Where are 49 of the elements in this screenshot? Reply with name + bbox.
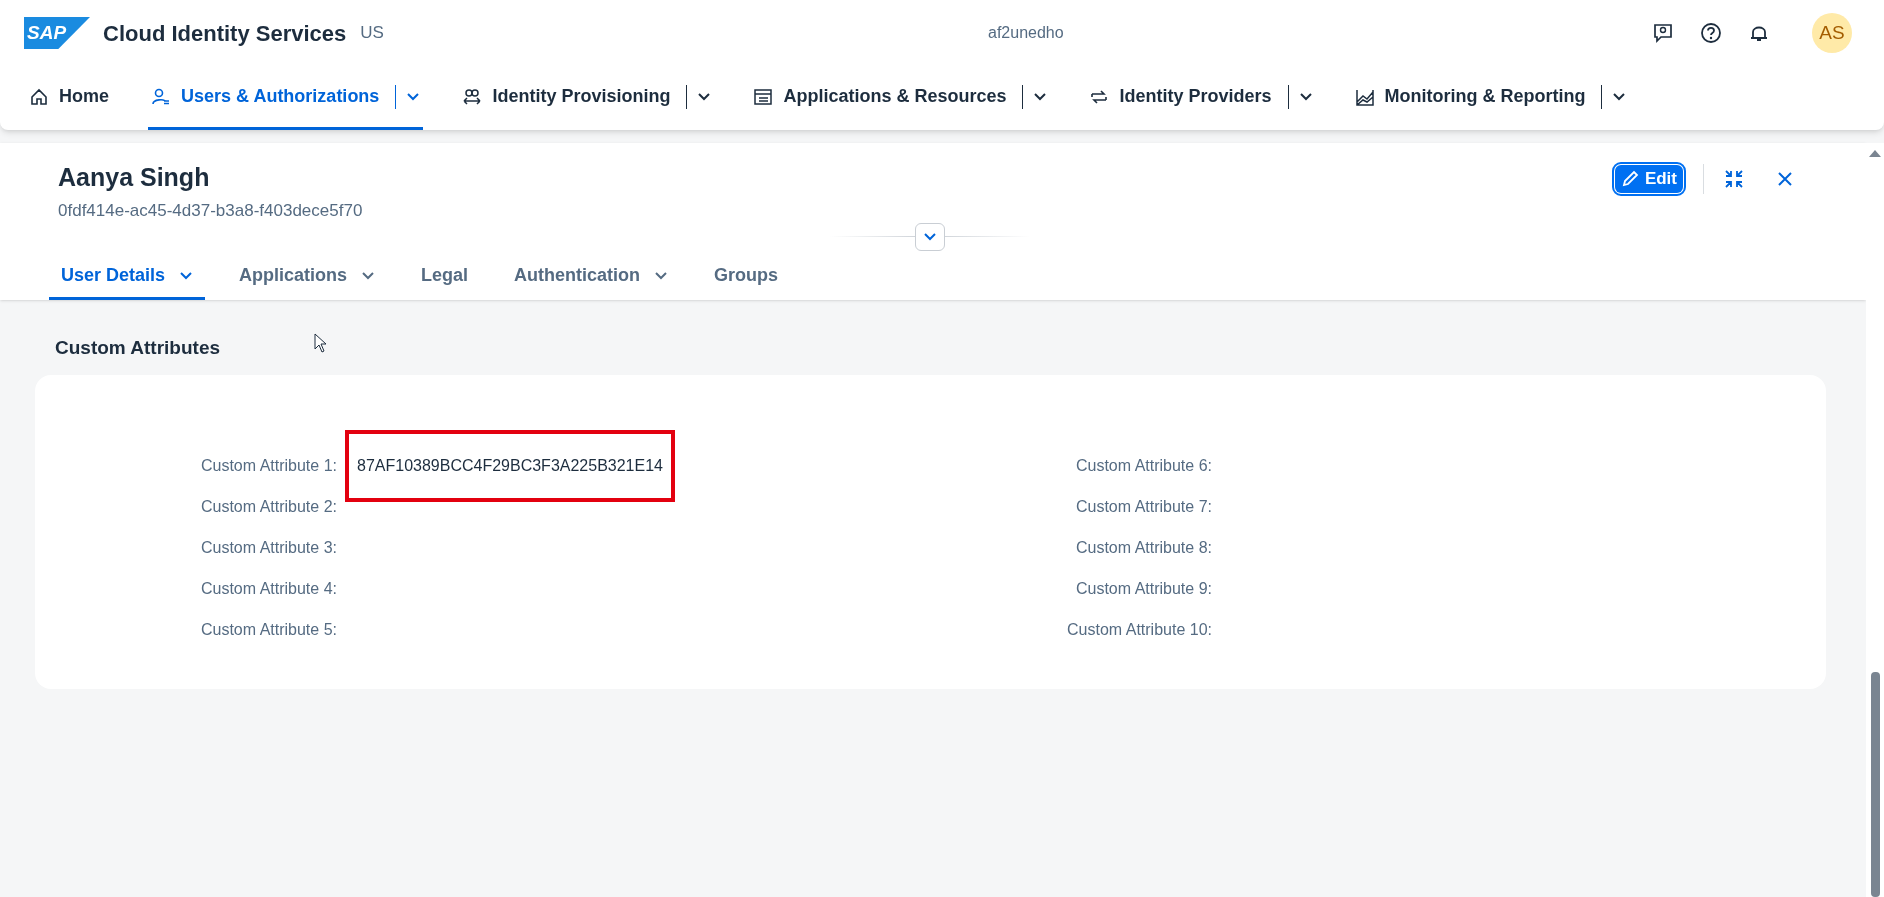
nav-tab[interactable]: Identity Provisioning xyxy=(459,66,715,130)
exit-fullscreen-icon[interactable] xyxy=(1724,169,1744,189)
region-label: US xyxy=(360,22,384,45)
cursor-icon xyxy=(314,333,328,353)
user-id: 0fdf414e-ac45-4d37-b3a8-f403dece5f70 xyxy=(58,200,363,222)
section-tab[interactable]: Applications xyxy=(227,254,388,300)
field-value: 87AF10389BCC4F29BC3F3A225B321E14 xyxy=(357,455,663,476)
scrollbar-thumb[interactable] xyxy=(1870,672,1880,897)
field-label: Custom Attribute 6: xyxy=(1074,455,1212,476)
section-title: Custom Attributes xyxy=(55,336,221,360)
section-tab[interactable]: User Details xyxy=(49,254,206,300)
close-icon[interactable] xyxy=(1776,170,1794,188)
pencil-icon xyxy=(1620,170,1639,188)
nav-tab[interactable]: Applications & Resources xyxy=(750,66,1051,130)
page-title: Aanya Singh xyxy=(58,162,210,193)
chevron-down-icon[interactable] xyxy=(1298,91,1313,102)
nav-tab[interactable]: Monitoring & Reporting xyxy=(1351,66,1630,130)
field-label: Custom Attribute 7: xyxy=(1074,496,1212,517)
field-label: Custom Attribute 2: xyxy=(199,496,337,517)
field-label: Custom Attribute 10: xyxy=(1066,619,1212,640)
field-label: Custom Attribute 9: xyxy=(1074,578,1212,599)
feedback-icon[interactable] xyxy=(1652,22,1674,44)
edit-button[interactable]: Edit xyxy=(1614,165,1683,193)
logo[interactable]: SAP xyxy=(24,17,90,49)
section-tab[interactable]: Groups xyxy=(702,254,791,300)
scrollbar[interactable] xyxy=(1866,143,1884,897)
tenant-name: af2unedho xyxy=(988,23,1064,43)
home-icon xyxy=(29,86,49,107)
nav-tab[interactable]: Home xyxy=(26,66,112,130)
nav-tab[interactable]: Users & Authorizations xyxy=(148,66,424,130)
apps-icon xyxy=(753,86,774,107)
field-label: Custom Attribute 8: xyxy=(1074,537,1212,558)
field-label: Custom Attribute 5: xyxy=(199,619,337,640)
chevron-down-icon[interactable] xyxy=(1033,91,1048,102)
field-label: Custom Attribute 4: xyxy=(199,578,337,599)
nav-tab[interactable]: Identity Providers xyxy=(1086,66,1316,130)
field-label: Custom Attribute 3: xyxy=(199,537,337,558)
chevron-down-icon[interactable] xyxy=(697,91,712,102)
section-tab[interactable]: Legal xyxy=(409,254,481,300)
field-label: Custom Attribute 1: xyxy=(199,455,337,476)
chevron-down-icon[interactable] xyxy=(1612,91,1627,102)
avatar[interactable]: AS xyxy=(1812,13,1852,53)
product-title: Cloud Identity Services xyxy=(103,19,347,48)
users-icon xyxy=(151,86,171,107)
section-tab[interactable]: Authentication xyxy=(502,254,681,300)
help-icon[interactable] xyxy=(1700,22,1722,44)
scroll-up-icon[interactable] xyxy=(1868,148,1882,158)
collapse-header-button[interactable] xyxy=(915,223,945,251)
provisioning-icon xyxy=(462,86,483,107)
